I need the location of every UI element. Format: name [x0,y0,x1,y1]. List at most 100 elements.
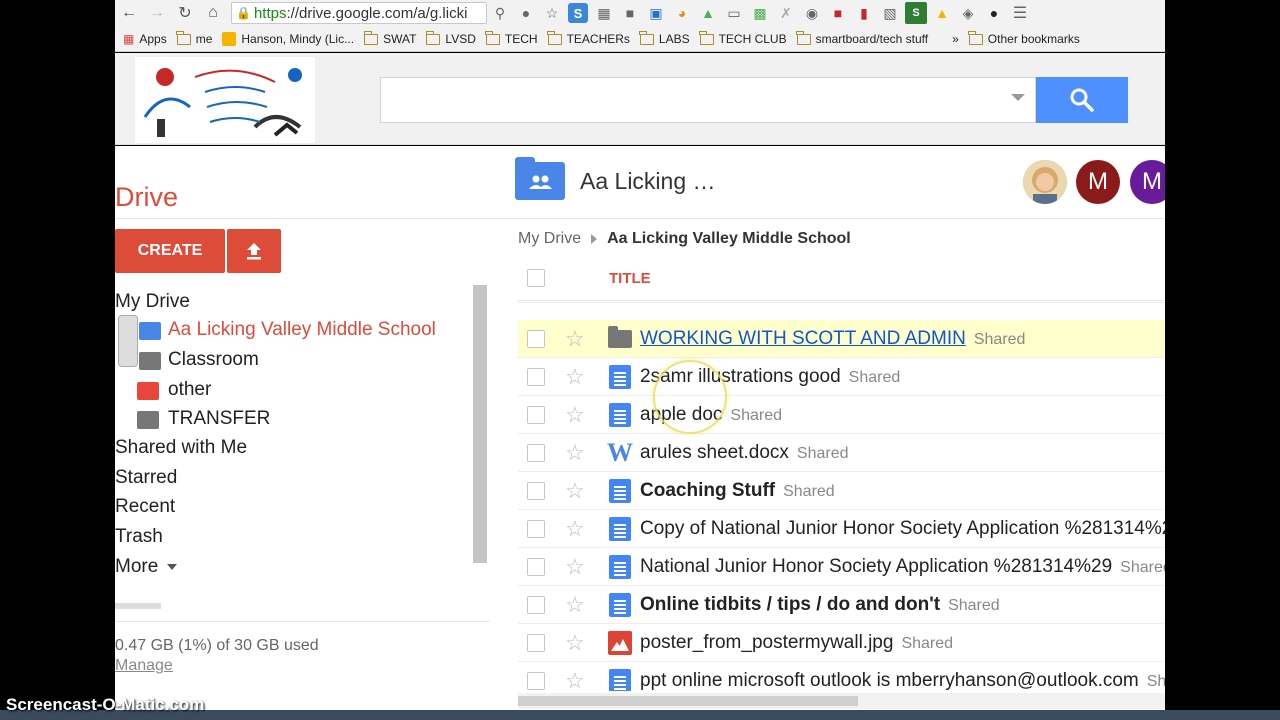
scrollbar-thumb[interactable] [518,696,858,706]
star-icon[interactable]: ☆ [565,668,585,692]
bookmarks-overflow-button[interactable]: » [952,32,959,46]
list-item[interactable]: ☆ 2samr illustrations good Shared [518,358,1165,396]
star-icon[interactable]: ☆ [565,516,585,542]
cast-icon[interactable]: ▭ [721,2,747,24]
star-icon[interactable]: ☆ [565,478,585,504]
star-icon[interactable]: ☆ [565,326,585,352]
select-all-checkbox[interactable] [527,269,545,287]
list-item[interactable]: ☆ Warules sheet.docx Shared [518,434,1165,472]
row-checkbox[interactable] [527,329,545,348]
screenshot-extension-icon[interactable]: ▣ [643,2,669,24]
avatar[interactable]: M [1130,160,1165,204]
book-extension-icon[interactable]: ▮ [851,2,877,24]
dark-circle-extension-icon[interactable]: ● [981,2,1007,24]
star-icon[interactable]: ☆ [565,440,585,466]
bookmark-smartboard[interactable]: smartboard/tech stuff [796,30,928,46]
nav-starred[interactable]: Starred [115,467,177,489]
sofa-extension-icon[interactable]: ■ [825,2,851,24]
current-folder-title[interactable]: Aa Licking … [580,168,716,195]
star-icon[interactable]: ☆ [565,554,585,580]
star-bookmark-icon[interactable]: ☆ [539,2,565,24]
zoom-icon[interactable]: ⚲ [487,2,513,24]
nav-shared-with-me[interactable]: Shared with Me [115,437,247,459]
nav-scrollbar[interactable] [473,285,487,563]
menu-icon[interactable]: ☰ [1007,2,1033,24]
file-name[interactable]: poster_from_postermywall.jpg Shared [640,632,953,654]
forward-icon[interactable]: → [143,2,171,24]
list-item[interactable]: ☆ WORKING WITH SCOTT AND ADMIN Shared [518,320,1165,358]
row-checkbox[interactable] [527,443,545,462]
row-checkbox[interactable] [527,405,545,424]
evernote-extension-icon[interactable]: ▲ [695,2,721,24]
title-column-header[interactable]: TITLE [609,270,651,287]
drive-extension-icon[interactable]: ▲ [929,2,955,24]
bookmark-lvsd[interactable]: LVSD [425,30,476,46]
camera-extension-icon[interactable]: ◉ [799,2,825,24]
star-icon[interactable]: ☆ [565,592,585,618]
avatar[interactable] [1023,160,1067,204]
list-item[interactable]: ☆ Coaching Stuff Shared [518,472,1165,510]
nav-trash[interactable]: Trash [115,526,163,548]
skype-extension-icon[interactable]: S [568,3,588,23]
bookmark-teachers[interactable]: TEACHERs [547,30,630,46]
audio-extension-icon[interactable]: ◈ [955,2,981,24]
file-name[interactable]: Coaching Stuff Shared [640,480,835,502]
list-item[interactable]: ☆ poster_from_postermywall.jpg Shared [518,624,1165,662]
row-checkbox[interactable] [527,519,545,538]
film-extension-icon[interactable]: ▧ [877,2,903,24]
manage-storage-link[interactable]: Manage [115,657,173,675]
upload-button[interactable] [227,229,281,273]
print-extension-icon[interactable]: ▩ [747,2,773,24]
qr-extension-icon[interactable]: ▦ [591,2,617,24]
bookmark-labs[interactable]: LABS [639,30,690,46]
nav-folder-transfer[interactable]: TRANSFER [168,408,270,430]
address-bar[interactable]: 🔒 https://drive.google.com/a/g.licki [231,2,487,24]
bookmark-me[interactable]: me [176,30,212,46]
row-checkbox[interactable] [527,367,545,386]
back-icon[interactable]: ← [115,2,143,24]
list-item[interactable]: ☆ ppt online microsoft outlook is mberryh… [518,662,1165,691]
nav-folder-aa-licking[interactable]: Aa Licking Valley Middle School [168,319,468,341]
file-name[interactable]: apple doc Shared [640,404,782,426]
file-name[interactable]: Online tidbits / tips / do and don't Shar… [640,594,1000,616]
nav-more[interactable]: More [115,556,177,578]
star-icon[interactable]: ☆ [565,402,585,428]
breadcrumb-my-drive[interactable]: My Drive [518,230,581,248]
new-s-extension-icon[interactable]: S [905,2,927,24]
nav-recent[interactable]: Recent [115,496,175,518]
row-checkbox[interactable] [527,633,545,652]
bookmark-hanson[interactable]: Hanson, Mindy (Lic... [222,32,354,46]
pie-extension-icon[interactable]: ◕ [669,2,695,24]
other-bookmarks[interactable]: Other bookmarks [968,30,1080,46]
create-button[interactable]: CREATE [115,229,225,273]
list-item[interactable]: ☆ Online tidbits / tips / do and don't Sha… [518,586,1165,624]
bookmark-apps[interactable]: ▦ Apps [123,32,167,46]
file-name[interactable]: Copy of National Junior Honor Society Ap… [640,518,1165,540]
bulb-icon[interactable]: ● [513,2,539,24]
file-name[interactable]: arules sheet.docx Shared [640,442,849,464]
list-item[interactable]: ☆ apple doc Shared [518,396,1165,434]
search-options-dropdown-icon[interactable] [1011,94,1025,101]
file-name[interactable]: WORKING WITH SCOTT AND ADMIN Shared [640,328,1025,350]
avatar[interactable]: M [1076,160,1120,204]
bookmark-tech[interactable]: TECH [485,30,538,46]
row-checkbox[interactable] [527,595,545,614]
list-item[interactable]: ☆ Copy of National Junior Honor Society A… [518,510,1165,548]
row-checkbox[interactable] [527,671,545,690]
row-checkbox[interactable] [527,481,545,500]
tools-extension-icon[interactable]: ✗ [773,2,799,24]
nav-my-drive[interactable]: My Drive [115,291,190,313]
star-icon[interactable]: ☆ [565,364,585,390]
bookmark-swat[interactable]: SWAT [363,30,416,46]
extension-icon[interactable]: ■ [617,2,643,24]
nav-folder-classroom[interactable]: Classroom [168,349,259,371]
file-name[interactable]: 2samr illustrations good Shared [640,366,900,388]
search-input[interactable] [380,77,1036,123]
search-button[interactable] [1036,77,1128,123]
list-item[interactable]: ☆ National Junior Honor Society Applicati… [518,548,1165,586]
drive-app-title[interactable]: Drive [115,182,178,213]
reload-icon[interactable]: ↻ [171,2,199,24]
star-icon[interactable]: ☆ [565,630,585,656]
bookmark-tech-club[interactable]: TECH CLUB [699,30,787,46]
file-name[interactable]: ppt online microsoft outlook is mberryha… [640,670,1165,692]
